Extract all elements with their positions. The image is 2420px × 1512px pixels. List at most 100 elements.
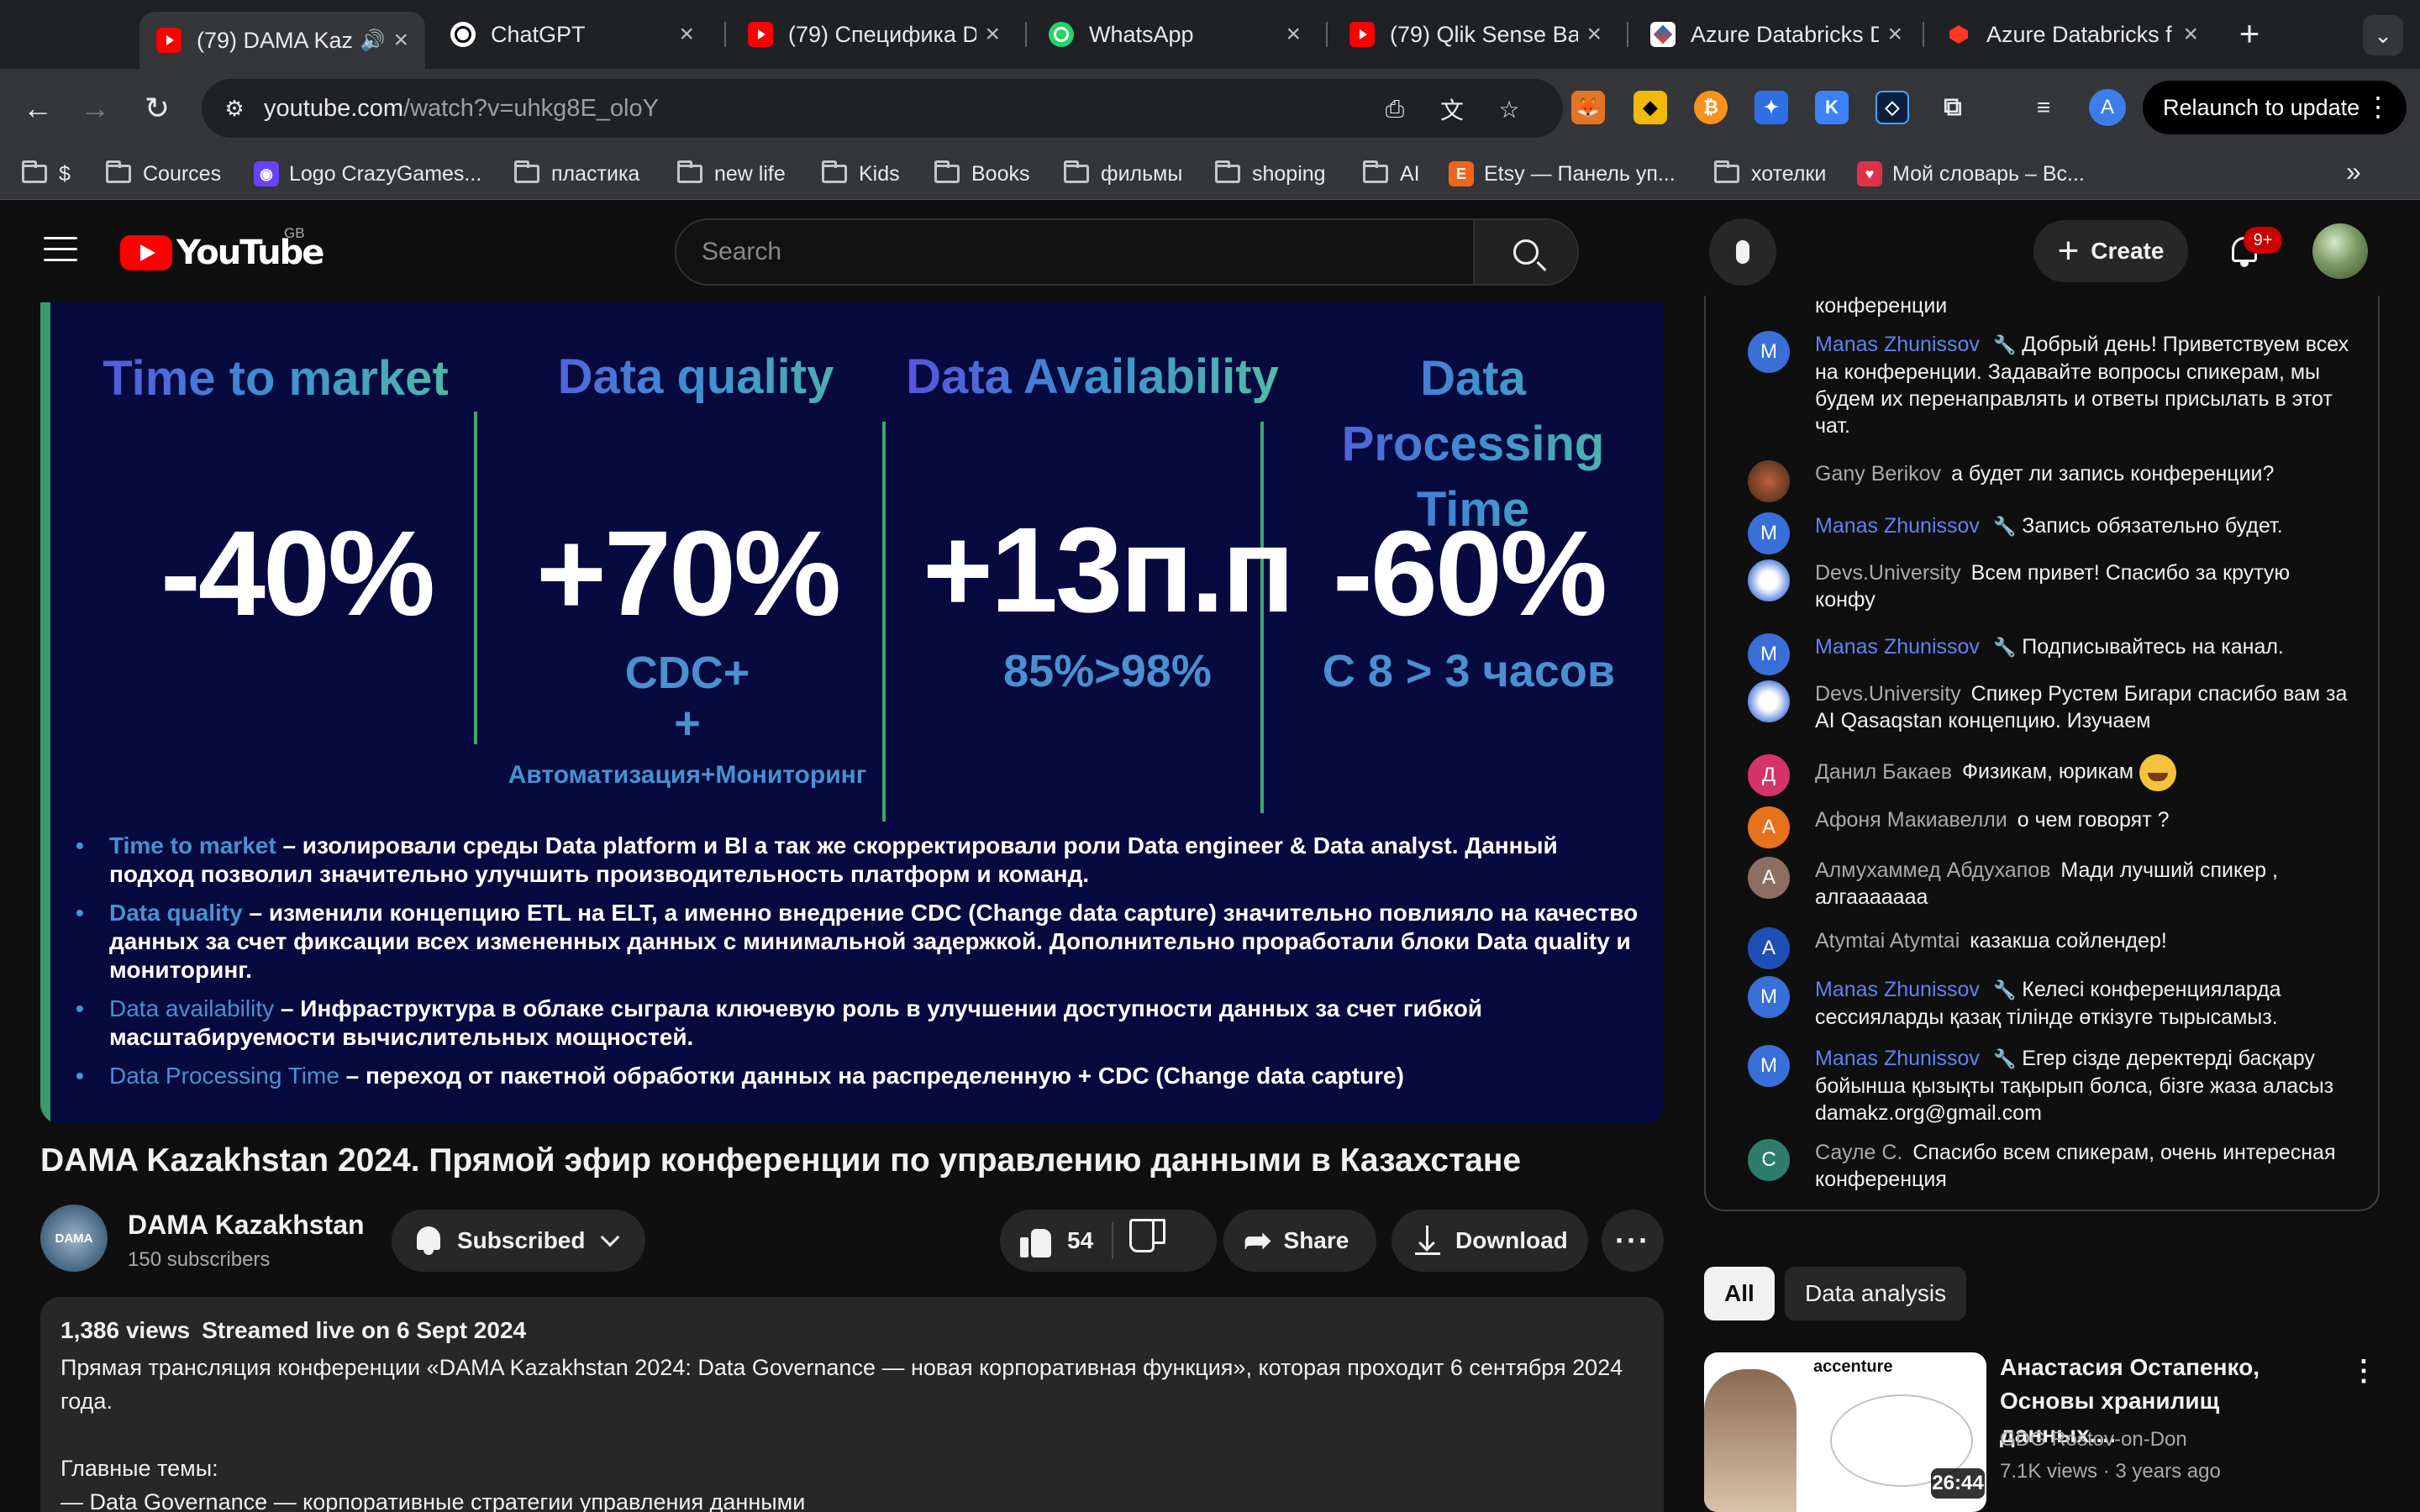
chat-avatar[interactable] (1748, 680, 1790, 722)
search-input[interactable] (676, 220, 1412, 284)
chip-data-analysis[interactable]: Data analysis (1785, 1267, 1967, 1320)
account-avatar[interactable] (2312, 223, 2368, 279)
tab-azure-databricks-2[interactable]: Azure Databricks f × (1929, 12, 2215, 57)
chat-author[interactable]: Данил Бакаев (1815, 760, 1952, 784)
bookmark-books[interactable]: Books (934, 158, 1029, 190)
bookmark-kids[interactable]: Kids (822, 158, 900, 190)
bookmark-cources[interactable]: Cources (106, 158, 221, 190)
chat-avatar[interactable]: С (1748, 1139, 1790, 1181)
bookmark-plastika[interactable]: пластика (514, 158, 639, 190)
close-tab-icon[interactable]: × (2183, 20, 2198, 49)
chat-avatar[interactable]: А (1748, 806, 1790, 848)
bookmark-shoping[interactable]: shoping (1215, 158, 1326, 190)
k-extension-icon[interactable]: K (1815, 91, 1849, 124)
close-tab-icon[interactable]: × (393, 26, 408, 55)
install-app-icon[interactable]: ⎙ (1378, 92, 1412, 126)
close-tab-icon[interactable]: × (1286, 20, 1301, 49)
recommendation-menu-icon[interactable]: ⋮ (2349, 1354, 2378, 1388)
video-player[interactable]: Time to market Data quality Data Availab… (40, 302, 1664, 1124)
close-tab-icon[interactable]: × (1586, 20, 1602, 49)
chat-author[interactable]: Сауле С. (1815, 1141, 1902, 1164)
create-button[interactable]: + Create (2033, 220, 2188, 282)
tab-azure-databricks-1[interactable]: Azure Databricks D × (1634, 12, 1919, 57)
bookmarks-overflow-icon[interactable]: » (2346, 156, 2361, 187)
bookmark-ai[interactable]: AI (1363, 158, 1420, 190)
new-tab-button[interactable]: + (2231, 13, 2268, 54)
more-actions-icon[interactable]: ··· (1602, 1210, 1664, 1272)
chat-author[interactable]: Manas Zhunissov (1815, 1047, 1980, 1070)
chat-avatar[interactable]: A (1748, 927, 1790, 969)
site-info-icon[interactable]: ⚙ (217, 91, 252, 126)
chip-all[interactable]: All (1704, 1267, 1775, 1320)
speaker-icon[interactable]: 🔊 (360, 29, 386, 53)
back-button[interactable]: ← (17, 87, 59, 129)
chat-avatar[interactable]: M (1748, 976, 1790, 1018)
diamond-extension-icon[interactable]: ◇ (1876, 91, 1909, 124)
subscribed-button[interactable]: Subscribed (392, 1210, 645, 1272)
binance-extension-icon[interactable]: ◆ (1634, 91, 1667, 124)
bookmark-dictionary[interactable]: ♥ Мой словарь – Вс... (1857, 158, 2085, 190)
tab-spetsifika[interactable]: (79) Специфика D × (731, 12, 1017, 57)
bookmark-hotelki[interactable]: хотелки (1714, 158, 1826, 190)
forward-button[interactable]: → (74, 87, 116, 129)
chat-avatar[interactable]: M (1748, 633, 1790, 675)
bookmark-filmy[interactable]: фильмы (1064, 158, 1182, 190)
media-controls-icon[interactable]: ≡ (2027, 91, 2060, 124)
download-button[interactable]: Download (1392, 1210, 1588, 1272)
close-tab-icon[interactable]: × (985, 20, 1000, 49)
share-button[interactable]: ➦ Share (1223, 1210, 1376, 1272)
metamask-extension-icon[interactable]: 🦊 (1571, 91, 1605, 124)
dislike-icon[interactable] (1132, 1224, 1165, 1257)
extensions-puzzle-icon[interactable]: ⧉ (1936, 91, 1970, 124)
search-button[interactable] (1473, 220, 1577, 284)
youtube-logo-icon[interactable] (120, 235, 172, 270)
profile-avatar[interactable]: A (2089, 89, 2126, 126)
chat-author[interactable]: Manas Zhunissov (1815, 333, 1980, 356)
tab-qlik-sense[interactable]: (79) Qlik Sense Ba × (1333, 12, 1618, 57)
channel-avatar[interactable]: DAMA (40, 1205, 108, 1272)
bookmark-new-life[interactable]: new life (677, 158, 786, 190)
channel-name[interactable]: DAMA Kazakhstan (128, 1210, 365, 1241)
chat-avatar[interactable]: M (1748, 1045, 1790, 1087)
chat-author[interactable]: Афоня Макиавелли (1815, 808, 2007, 832)
bitcoin-extension-icon[interactable]: ₿ (1694, 91, 1728, 124)
tab-search-button[interactable]: ⌄ (2363, 15, 2403, 55)
chat-author[interactable]: Devs.University (1815, 682, 1961, 706)
translate-icon[interactable]: 文 (1435, 92, 1469, 126)
chat-avatar[interactable]: А (1748, 857, 1790, 899)
bullet-text: – изменили концепцию ETL на ELT, а именн… (109, 900, 1639, 983)
chat-author[interactable]: Manas Zhunissov (1815, 635, 1980, 659)
like-icon[interactable] (1020, 1224, 1054, 1257)
chat-author[interactable]: Алмухаммед Абдухапов (1815, 858, 2050, 882)
reload-button[interactable]: ↻ (136, 87, 178, 129)
tab-dama-kazakhstan[interactable]: (79) DAMA Kaz 🔊 × (139, 12, 425, 69)
chat-avatar[interactable]: M (1748, 512, 1790, 554)
description-box[interactable]: 1,386 views Streamed live on 6 Sept 2024 … (40, 1297, 1664, 1512)
chat-avatar[interactable] (1748, 460, 1790, 502)
relaunch-to-update-button[interactable]: Relaunch to update ⋮ (2143, 81, 2407, 134)
bookmark-star-icon[interactable]: ☆ (1492, 92, 1526, 126)
chat-author[interactable]: Devs.University (1815, 561, 1961, 585)
chat-avatar[interactable]: M (1748, 331, 1790, 373)
chat-avatar[interactable] (1748, 559, 1790, 601)
tab-whatsapp[interactable]: WhatsApp × (1032, 12, 1318, 57)
chat-author[interactable]: Manas Zhunissov (1815, 978, 1980, 1001)
close-tab-icon[interactable]: × (1887, 20, 1902, 49)
bookmark-crazygames[interactable]: ◉ Logo CrazyGames... (254, 158, 481, 190)
bookmark-etsy[interactable]: E Etsy — Панель уп... (1449, 158, 1676, 190)
tab-chatgpt[interactable]: ChatGPT × (434, 12, 711, 57)
bookmark-dollar[interactable]: $ (22, 158, 71, 190)
cursor-extension-icon[interactable]: ✦ (1754, 91, 1788, 124)
chat-author[interactable]: Gany Berikov (1815, 462, 1941, 486)
like-count[interactable]: 54 (1067, 1227, 1093, 1254)
chevron-down-icon (601, 1227, 620, 1247)
chat-avatar[interactable]: Д (1748, 754, 1790, 796)
chat-author[interactable]: Atymtai Atymtai (1815, 929, 1960, 953)
recommendation-channel[interactable]: GDG Rostov-on-Don (2000, 1428, 2187, 1452)
address-bar[interactable]: ⚙ youtube.com/watch?v=uhkg8E_oloY ⎙ 文 ☆ (202, 79, 1563, 138)
voice-search-button[interactable] (1709, 218, 1776, 286)
close-tab-icon[interactable]: × (679, 20, 694, 49)
url-text[interactable]: youtube.com/watch?v=uhkg8E_oloY (264, 95, 659, 123)
chat-author[interactable]: Manas Zhunissov (1815, 514, 1980, 538)
menu-icon[interactable] (44, 237, 77, 262)
